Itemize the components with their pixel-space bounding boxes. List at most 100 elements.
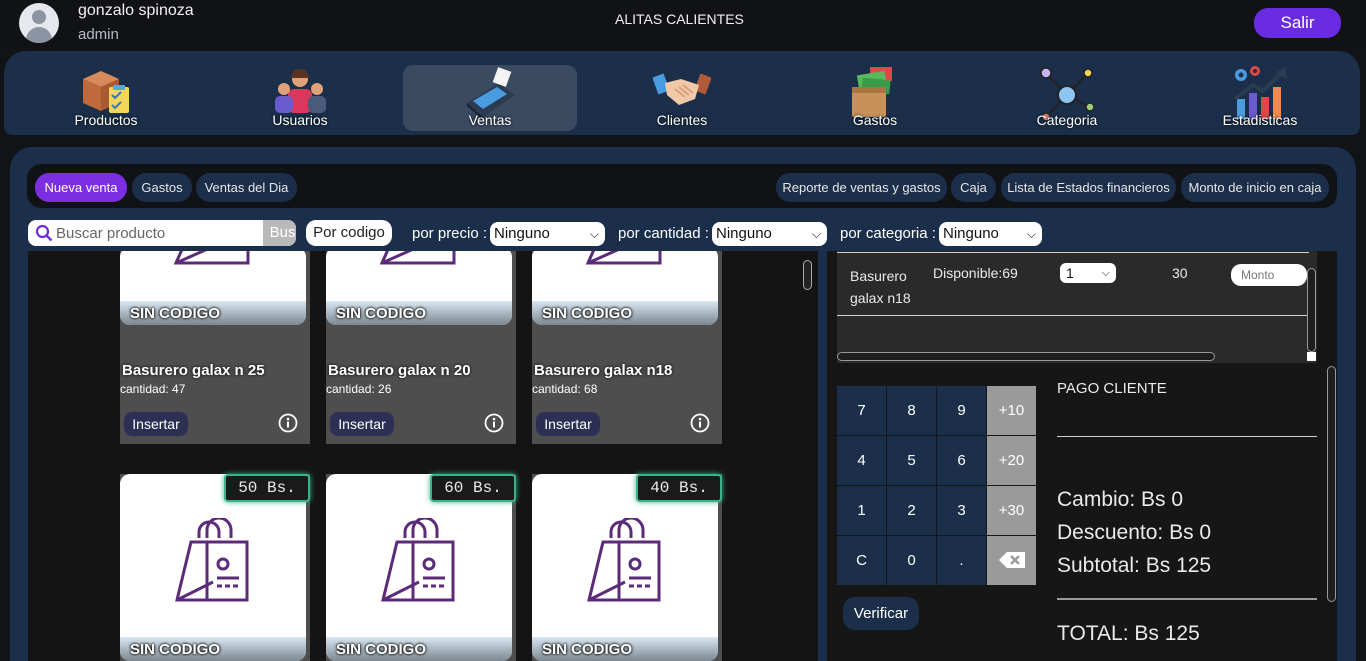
product-name: Basurero galax n18 [534, 362, 673, 379]
product-grid-scrollbar[interactable] [803, 260, 812, 290]
search-icon [35, 224, 53, 242]
payment-scrollbar[interactable] [1327, 366, 1336, 602]
info-icon[interactable] [484, 413, 504, 433]
shopping-bag-icon [379, 251, 456, 265]
product-code: SIN CODIGO [120, 301, 306, 325]
key-7[interactable]: 7 [837, 386, 886, 435]
backspace-icon [998, 552, 1025, 568]
price-filter-select[interactable]: Ninguno ⌵ [490, 222, 605, 246]
nav-estadisticas[interactable]: Estadisticas [1173, 65, 1347, 131]
user-name: gonzalo spinoza [78, 2, 194, 19]
logout-button[interactable]: Salir [1254, 8, 1341, 38]
nav-productos[interactable]: Productos [19, 65, 193, 131]
key-6[interactable]: 6 [937, 436, 986, 485]
payment-divider [1057, 598, 1317, 600]
product-quantity: cantidad: 26 [326, 382, 392, 396]
chevron-down-icon: ⌵ [811, 227, 821, 241]
code-search-button[interactable]: Por codigo [306, 220, 392, 246]
product-code: SIN CODIGO [532, 301, 718, 325]
verify-button[interactable]: Verificar [843, 597, 919, 630]
amount-input[interactable]: Monto [1231, 264, 1307, 286]
tab-ventas-del-dia[interactable]: Ventas del Dia [196, 173, 297, 202]
key-plus-10[interactable]: +10 [987, 386, 1036, 435]
key-clear[interactable]: C [837, 536, 886, 585]
app-title: ALITAS CALIENTES [615, 11, 744, 27]
product-code: SIN CODIGO [532, 637, 718, 661]
cart-horizontal-scrollbar[interactable] [837, 352, 1215, 361]
nav-ventas[interactable]: Ventas [403, 65, 577, 131]
product-quantity: cantidad: 47 [120, 382, 186, 396]
info-icon[interactable] [278, 413, 298, 433]
key-5[interactable]: 5 [887, 436, 936, 485]
subtotal-amount: Subtotal: Bs 125 [1057, 554, 1212, 577]
insert-button[interactable]: Insertar [124, 412, 188, 436]
discount-amount: Descuento: Bs 0 [1057, 521, 1212, 544]
product-name: Basurero galax n 25 [122, 362, 265, 379]
product-card: SIN CODIGO 60 Bs. [326, 474, 516, 661]
price-filter-value: Ninguno [494, 225, 550, 242]
main-nav: Productos Usuarios Ventas Clientes Gasto… [4, 51, 1360, 135]
price-filter-label: por precio : [412, 225, 488, 242]
product-code: SIN CODIGO [326, 637, 512, 661]
nav-label: Productos [74, 112, 138, 128]
key-dot[interactable]: . [937, 536, 986, 585]
nav-clientes[interactable]: Clientes [595, 65, 769, 131]
nav-label: Usuarios [272, 112, 328, 128]
product-image: SIN CODIGO [532, 251, 718, 325]
tab-caja[interactable]: Caja [951, 173, 996, 202]
numeric-keypad: 7 8 9 +10 4 5 6 +20 1 2 3 +30 C 0 . [837, 386, 1037, 586]
category-filter-value: Ninguno [943, 225, 999, 242]
product-image: SIN CODIGO [120, 251, 306, 325]
info-icon[interactable] [690, 413, 710, 433]
total-amount: TOTAL: Bs 125 [1057, 622, 1200, 645]
qty-filter-value: Ninguno [716, 225, 772, 242]
avatar [19, 3, 59, 43]
tab-estados-financieros[interactable]: Lista de Estados financieros [1001, 173, 1176, 202]
key-3[interactable]: 3 [937, 486, 986, 535]
product-code: SIN CODIGO [326, 301, 512, 325]
insert-button[interactable]: Insertar [536, 412, 600, 436]
cart-item-name: Basurero galax n18 [850, 268, 911, 306]
key-plus-30[interactable]: +30 [987, 486, 1036, 535]
nav-label: Clientes [656, 112, 708, 128]
category-filter-select[interactable]: Ninguno ⌵ [939, 222, 1042, 246]
cart-vertical-scrollbar[interactable] [1307, 268, 1316, 352]
product-image: SIN CODIGO [532, 474, 718, 661]
search-box: Buscar [28, 220, 296, 246]
key-9[interactable]: 9 [937, 386, 986, 435]
cart-quantity-select[interactable]: 1 ⌵ [1060, 263, 1116, 283]
key-4[interactable]: 4 [837, 436, 886, 485]
nav-label: Categoria [1036, 112, 1098, 128]
shopping-bag-icon [587, 518, 661, 602]
price-tag: 40 Bs. [636, 474, 722, 502]
tab-gastos[interactable]: Gastos [132, 173, 192, 202]
search-button[interactable]: Buscar [263, 220, 296, 246]
insert-button[interactable]: Insertar [330, 412, 394, 436]
product-card: SIN CODIGO 50 Bs. [120, 474, 310, 661]
category-filter-label: por categoria : [840, 225, 936, 242]
key-1[interactable]: 1 [837, 486, 886, 535]
product-card: SIN CODIGO 40 Bs. [532, 474, 722, 661]
payment-divider [1057, 436, 1317, 437]
key-2[interactable]: 2 [887, 486, 936, 535]
key-plus-20[interactable]: +20 [987, 436, 1036, 485]
payment-title: PAGO CLIENTE [1057, 380, 1167, 397]
tab-reporte[interactable]: Reporte de ventas y gastos [776, 173, 947, 202]
product-card: SIN CODIGO Basurero galax n 20 cantidad:… [326, 251, 516, 444]
key-backspace[interactable] [987, 536, 1036, 585]
nav-categoria[interactable]: Categoria [980, 65, 1154, 131]
tab-nueva-venta[interactable]: Nueva venta [35, 173, 127, 202]
search-input[interactable] [56, 220, 262, 246]
qty-filter-label: por cantidad : [618, 225, 709, 242]
product-image: SIN CODIGO [120, 474, 306, 661]
shopping-bag-icon [175, 518, 249, 602]
product-quantity: cantidad: 68 [532, 382, 598, 396]
product-name: Basurero galax n 20 [328, 362, 471, 379]
tab-monto-inicio[interactable]: Monto de inicio en caja [1181, 173, 1329, 202]
nav-usuarios[interactable]: Usuarios [213, 65, 387, 131]
key-8[interactable]: 8 [887, 386, 936, 435]
scroll-corner [1307, 352, 1316, 361]
qty-filter-select[interactable]: Ninguno ⌵ [712, 222, 827, 246]
nav-gastos[interactable]: Gastos [788, 65, 962, 131]
key-0[interactable]: 0 [887, 536, 936, 585]
